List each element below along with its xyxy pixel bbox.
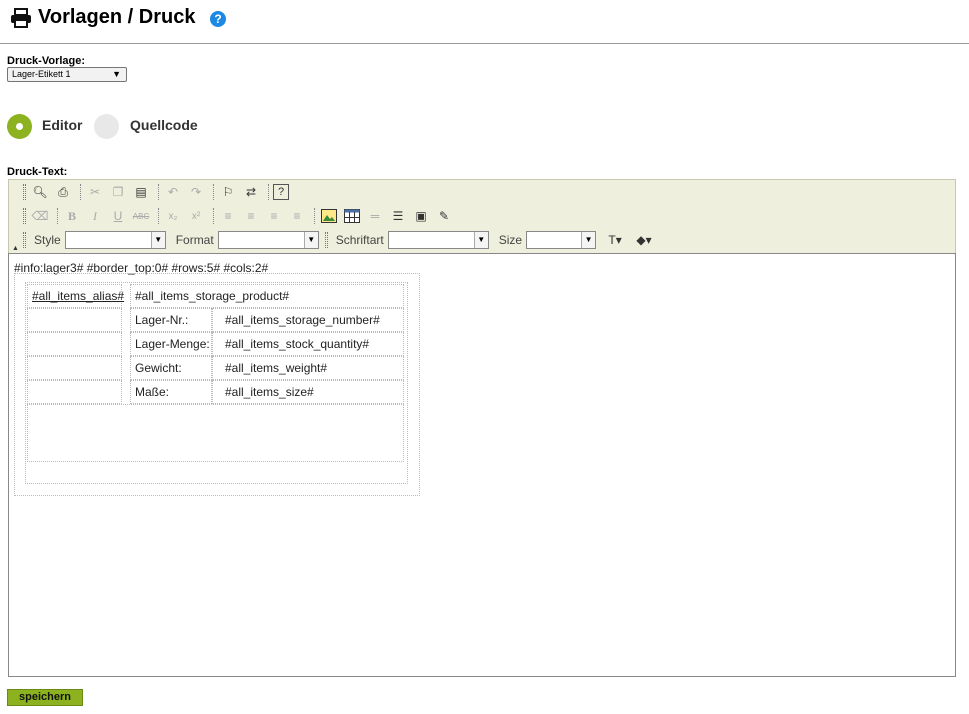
editor-radio-label[interactable]: Editor [42,117,82,133]
style-combo[interactable]: ▼ [64,231,166,249]
placeholder-icon[interactable]: ✎ [434,206,454,226]
cut-icon[interactable]: ✂ [85,182,105,202]
chevron-down-icon: ▼ [473,232,488,248]
alias-cell: #all_items_alias# [27,284,124,308]
source-radio-label[interactable]: Quellcode [130,117,198,133]
chevron-down-icon: ▼ [112,69,121,79]
print-preview-icon[interactable]: 🔍︎ [30,182,50,202]
chevron-down-icon: ▼ [303,232,318,248]
page-title: Vorlagen / Druck [38,6,196,28]
copy-icon[interactable]: ❐ [108,182,128,202]
toolbar-separator [268,184,269,200]
toolbar-grip [324,232,328,248]
source-radio[interactable] [94,114,119,139]
toolbar-separator [213,184,214,200]
editor-area[interactable]: #info:lager3# #border_top:0# #rows:5# #c… [8,253,956,677]
text-color-icon[interactable]: T▾ [602,230,628,250]
template-select-label: Druck-Vorlage: [7,55,86,67]
help-icon[interactable]: ? [210,11,226,27]
toolbar-grip [23,184,26,200]
editor-radio[interactable] [7,114,32,139]
table-cell-empty [27,308,122,332]
row-value: #all_items_storage_number# [212,308,404,332]
page-break-icon[interactable]: ☰ [388,206,408,226]
image-icon[interactable] [319,206,339,226]
subscript-icon[interactable]: x₂ [163,206,183,226]
toolbar-grip [23,232,26,248]
background-color-icon[interactable]: ◆▾ [631,230,657,250]
eraser-icon[interactable]: ⌫ [30,206,50,226]
toolbar-separator [80,184,81,200]
table-cell-empty [27,404,404,462]
chevron-down-icon: ▼ [581,232,596,248]
italic-icon[interactable]: I [85,206,105,226]
toolbar-grip [23,208,26,224]
row-label: Gewicht: [130,356,212,380]
align-center-icon[interactable]: ≡ [241,206,261,226]
table-cell-empty [27,356,122,380]
align-left-icon[interactable]: ≡ [218,206,238,226]
toolbar-row-3: Style ▼ Format ▼ Schriftart ▼ Size ▼ T▾ … [23,230,660,250]
strikethrough-icon[interactable]: ABC [131,206,151,226]
undo-icon[interactable]: ↶ [163,182,183,202]
editor-toolbar: 🔍︎ ⎙ ✂ ❐ ▤ ↶ ↷ ⚐ ⇄ ? ⌫ B I U ABC x₂ x² ≡… [8,179,956,253]
toolbar-row-2: ⌫ B I U ABC x₂ x² ≡ ≡ ≡ ≡ ═ ☰ ▣ ✎ [23,206,457,226]
inner-table: #all_items_alias# #all_items_storage_pro… [25,282,408,484]
paste-icon[interactable]: ▤ [131,182,151,202]
toolbar-separator [57,208,58,224]
replace-icon[interactable]: ⇄ [241,182,261,202]
underline-icon[interactable]: U [108,206,128,226]
save-button[interactable]: speichern [7,689,83,706]
table-cell-empty [27,332,122,356]
toolbar-row-1: 🔍︎ ⎙ ✂ ❐ ▤ ↶ ↷ ⚐ ⇄ ? [23,182,292,202]
page-header: Vorlagen / Druck ? [0,0,969,44]
row-value: #all_items_weight# [212,356,404,380]
row-value: #all_items_stock_quantity# [212,332,404,356]
toolbar-separator [158,184,159,200]
table-cell-empty [27,380,122,404]
row-label: Lager-Menge: [130,332,212,356]
bold-icon[interactable]: B [62,206,82,226]
format-label: Format [175,233,214,247]
toolbar-separator [213,208,214,224]
printer-icon [10,8,32,33]
redo-icon[interactable]: ↷ [186,182,206,202]
collapse-toolbar-icon[interactable]: ▲ [12,245,19,252]
row-label: Maße: [130,380,212,404]
find-icon[interactable]: ⚐ [218,182,238,202]
font-label: Schriftart [335,233,384,247]
table-icon[interactable] [342,206,362,226]
product-cell: #all_items_storage_product# [130,284,404,308]
toolbar-separator [158,208,159,224]
outer-table: #all_items_alias# #all_items_storage_pro… [14,273,420,496]
size-combo[interactable]: ▼ [526,231,597,249]
row-label: Lager-Nr.: [130,308,212,332]
template-select-value: Lager-Etikett 1 [12,69,71,79]
align-justify-icon[interactable]: ≡ [287,206,307,226]
toolbar-separator [314,208,315,224]
style-label: Style [34,233,61,247]
format-combo[interactable]: ▼ [217,231,319,249]
template-select[interactable]: Lager-Etikett 1 ▼ [7,67,127,82]
horizontal-rule-icon[interactable]: ═ [365,206,385,226]
row-value: #all_items_size# [212,380,404,404]
align-right-icon[interactable]: ≡ [264,206,284,226]
help-box-icon[interactable]: ? [273,184,289,200]
superscript-icon[interactable]: x² [186,206,206,226]
size-label: Size [498,233,523,247]
special-object-icon[interactable]: ▣ [411,206,431,226]
font-combo[interactable]: ▼ [387,231,489,249]
print-text-label: Druck-Text: [7,166,68,178]
print-icon[interactable]: ⎙ [53,182,73,202]
chevron-down-icon: ▼ [150,232,165,248]
